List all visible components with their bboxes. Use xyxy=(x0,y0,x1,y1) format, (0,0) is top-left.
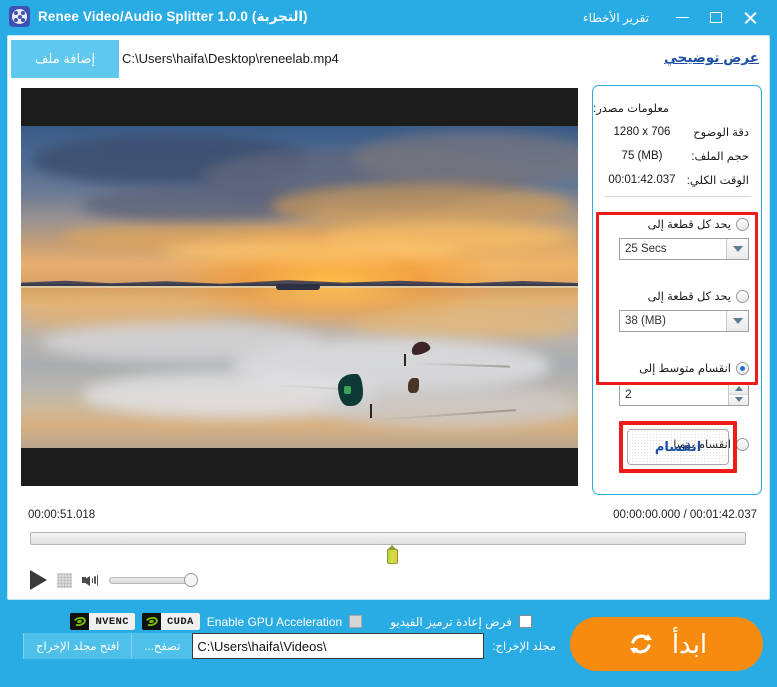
radio-manual-split[interactable] xyxy=(736,437,749,451)
preview-island xyxy=(276,284,320,290)
label-average-split: انقسام متوسط إلى xyxy=(639,363,731,375)
position-duration-label: 00:00:00.000 / 00:01:42.037 xyxy=(613,509,757,521)
player-controls xyxy=(30,570,198,590)
timeline-marker-handle[interactable] xyxy=(386,545,399,564)
minimize-button[interactable] xyxy=(665,0,699,35)
output-folder-input[interactable]: C:\Users\haifa\Videos\ xyxy=(192,633,485,659)
gpu-acceleration-checkbox[interactable] xyxy=(349,615,363,628)
volume-slider-knob[interactable] xyxy=(184,573,198,587)
preview-sky xyxy=(21,126,578,284)
resolution-value: 1280 x 706 xyxy=(613,126,671,138)
combo-limit-duration[interactable]: 25 Secs xyxy=(619,238,749,260)
preview-kite-2 xyxy=(338,374,363,406)
option-average-split: انقسام متوسط إلى 2 xyxy=(593,358,763,406)
gpu-options-row: فرض إعادة ترميز الفيديو Enable GPU Accel… xyxy=(70,613,532,630)
browse-button[interactable]: تصفح... xyxy=(131,633,193,659)
radio-limit-size[interactable] xyxy=(736,289,749,303)
resolution-label: دقة الوضوح xyxy=(693,127,749,139)
close-button[interactable] xyxy=(733,0,767,35)
maximize-button[interactable] xyxy=(699,0,733,35)
title-bar-left: Renee Video/Audio Splitter 1.0.0 (التجرب… xyxy=(9,6,308,27)
add-file-button[interactable]: إضافة ملف xyxy=(11,40,119,78)
radio-row-average-split[interactable]: انقسام متوسط إلى xyxy=(593,358,763,378)
source-info-row: حجم الملف: 75 (MB) xyxy=(593,144,763,168)
selected-file-path: C:\Users\haifa\Desktop\reneelab.mp4 xyxy=(122,51,339,66)
title-bar: Renee Video/Audio Splitter 1.0.0 (التجرب… xyxy=(0,0,777,35)
play-button[interactable] xyxy=(30,570,47,590)
cuda-badge: CUDA xyxy=(141,613,200,630)
video-frame xyxy=(21,126,578,448)
option-limit-by-size: يحد كل قطعة إلى 38 (MB) xyxy=(593,286,763,332)
radio-average-split[interactable] xyxy=(736,361,749,375)
output-folder-row: مجلد الإخراج: C:\Users\haifa\Videos\ تصف… xyxy=(0,633,570,659)
preview-rider-2 xyxy=(370,404,372,418)
spinner-average-split[interactable]: 2 xyxy=(619,382,749,406)
window-title: Renee Video/Audio Splitter 1.0.0 (التجرب… xyxy=(38,8,308,24)
title-bar-controls: تقرير الأخطاء xyxy=(583,0,767,35)
label-limit-duration: يحد كل قطعة إلى xyxy=(647,219,731,231)
radio-row-limit-size[interactable]: يحد كل قطعة إلى xyxy=(593,286,763,306)
force-reencode-label: فرض إعادة ترميز الفيديو xyxy=(390,614,512,629)
source-info-row: دقة الوضوح 1280 x 706 xyxy=(593,120,763,144)
nvidia-eye-icon xyxy=(70,613,90,630)
option-limit-by-duration: يحد كل قطعة إلى 25 Secs xyxy=(593,214,763,260)
split-button[interactable]: انقسام xyxy=(627,429,729,465)
filesize-label: حجم الملف: xyxy=(691,151,749,163)
preview-kite-3 xyxy=(408,378,419,393)
spinner-up-icon[interactable] xyxy=(729,383,748,394)
start-button-label: ابدأ xyxy=(671,628,708,659)
cuda-badge-label: CUDA xyxy=(160,613,200,630)
radio-row-limit-duration[interactable]: يحد كل قطعة إلى xyxy=(593,214,763,234)
gpu-acceleration-label: Enable GPU Acceleration xyxy=(206,614,343,629)
combo-limit-size-value: 38 (MB) xyxy=(625,315,666,327)
bug-report-link[interactable]: تقرير الأخطاء xyxy=(583,11,649,25)
stop-button[interactable] xyxy=(57,572,72,588)
demo-link[interactable]: عرض توضيحي xyxy=(664,50,759,66)
nvidia-eye-icon xyxy=(141,613,161,630)
open-output-folder-button[interactable]: افتح مجلد الإخراج xyxy=(23,633,132,659)
source-info-row: الوقت الكلي: 00:01:42.037 xyxy=(593,168,763,192)
radio-limit-duration[interactable] xyxy=(736,217,749,231)
spinner-down-icon[interactable] xyxy=(729,393,748,405)
panel-divider xyxy=(605,196,751,197)
duration-value: 00:01:42.037 xyxy=(608,174,676,186)
spinner-average-split-value: 2 xyxy=(625,387,632,401)
combo-limit-size[interactable]: 38 (MB) xyxy=(619,310,749,332)
marker-time-label: 00:00:51.018 xyxy=(28,509,96,521)
video-preview[interactable] xyxy=(21,88,578,486)
preview-water xyxy=(21,288,578,448)
refresh-icon xyxy=(626,629,656,659)
preview-rider-1 xyxy=(404,354,406,366)
combo-limit-duration-value: 25 Secs xyxy=(625,243,667,255)
spinner-buttons xyxy=(728,383,748,405)
source-info-block: معلومات مصدر: دقة الوضوح 1280 x 706 حجم … xyxy=(593,96,763,192)
film-reel-icon xyxy=(9,6,30,27)
label-limit-size: يحد كل قطعة إلى xyxy=(647,291,731,303)
app-window: Renee Video/Audio Splitter 1.0.0 (التجرب… xyxy=(0,0,777,687)
chevron-down-icon[interactable] xyxy=(726,239,748,259)
nvenc-badge: NVENC xyxy=(70,613,135,630)
nvenc-badge-label: NVENC xyxy=(89,613,135,630)
filesize-value: 75 (MB) xyxy=(621,150,663,162)
timeline-track[interactable] xyxy=(30,532,746,545)
chevron-down-icon[interactable] xyxy=(726,311,748,331)
start-button[interactable]: ابدأ xyxy=(570,617,763,671)
force-reencode-checkbox[interactable] xyxy=(519,615,532,628)
output-folder-label: مجلد الإخراج: xyxy=(492,641,556,653)
volume-slider[interactable] xyxy=(109,573,198,587)
source-info-heading: معلومات مصدر: xyxy=(593,103,670,115)
duration-label: الوقت الكلي: xyxy=(686,175,749,187)
volume-icon[interactable] xyxy=(82,573,99,588)
